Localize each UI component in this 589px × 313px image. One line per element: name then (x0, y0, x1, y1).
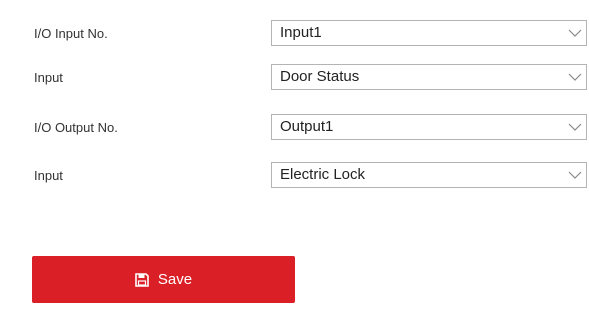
input-door-label: Input (34, 70, 63, 85)
form-row-io-input-no: I/O Input No. Input1 (0, 20, 589, 48)
form-row-input-lock: Input Electric Lock (0, 162, 589, 190)
io-output-no-select[interactable]: Output1 (271, 114, 587, 140)
form-row-input-door: Input Door Status (0, 64, 589, 92)
io-output-no-value: Output1 (280, 118, 334, 135)
io-output-no-label: I/O Output No. (34, 120, 118, 135)
io-input-no-label: I/O Input No. (34, 26, 108, 41)
input-door-value: Door Status (280, 68, 360, 85)
chevron-down-icon (568, 123, 582, 131)
io-input-no-value: Input1 (280, 24, 322, 41)
chevron-down-icon (568, 29, 582, 37)
input-lock-value: Electric Lock (280, 166, 366, 183)
save-button[interactable]: Save (32, 256, 295, 303)
chevron-down-icon (568, 73, 582, 81)
save-button-label: Save (157, 270, 193, 288)
io-input-no-select[interactable]: Input1 (271, 20, 587, 46)
floppy-disk-icon (135, 272, 149, 287)
input-door-select[interactable]: Door Status (271, 64, 587, 90)
input-lock-select[interactable]: Electric Lock (271, 162, 587, 188)
form-row-io-output-no: I/O Output No. Output1 (0, 114, 589, 142)
chevron-down-icon (568, 171, 582, 179)
input-lock-label: Input (34, 168, 63, 183)
